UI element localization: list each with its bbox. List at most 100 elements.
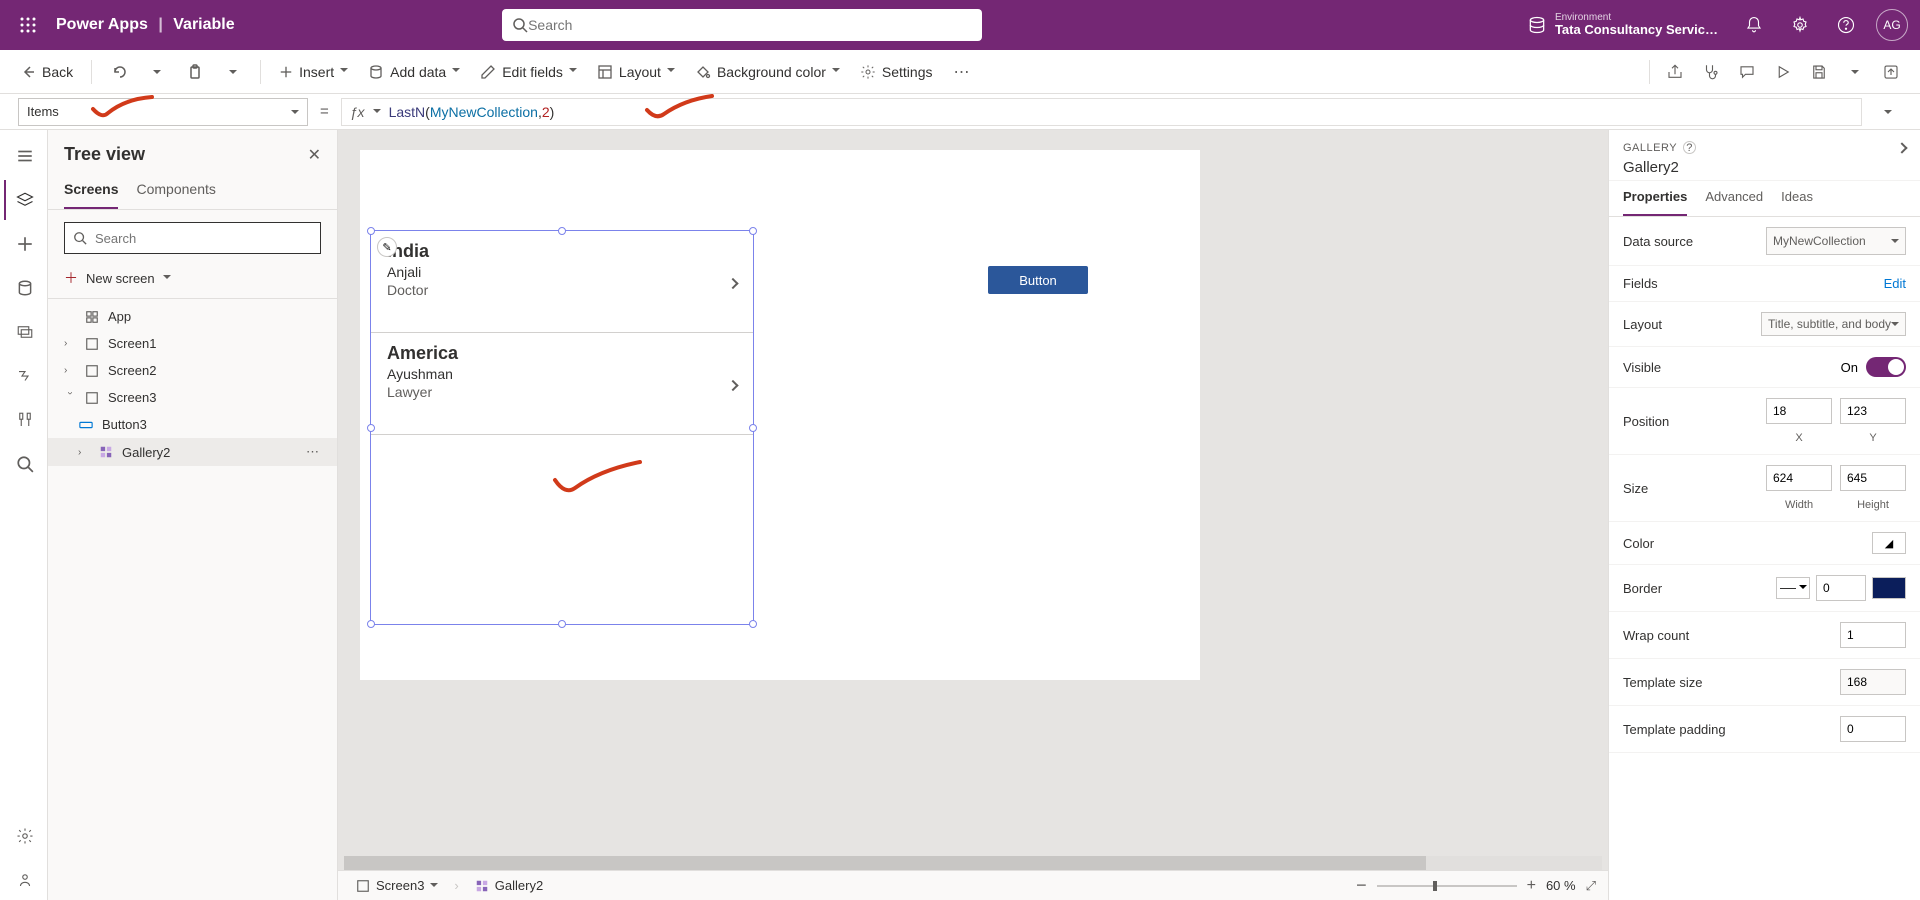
template-padding-input[interactable]	[1840, 716, 1906, 742]
back-button[interactable]: Back	[12, 58, 81, 86]
data-source-dropdown[interactable]: MyNewCollection	[1766, 227, 1906, 255]
canvas-button-control[interactable]: Button	[988, 266, 1088, 294]
layout-prop-label: Layout	[1623, 317, 1662, 332]
visible-toggle[interactable]	[1866, 357, 1906, 377]
breadcrumb-screen[interactable]: Screen3	[350, 876, 444, 895]
insert-button[interactable]: Insert	[271, 58, 356, 86]
new-screen-button[interactable]: ＋ New screen	[48, 262, 337, 294]
add-data-button[interactable]: Add data	[360, 58, 468, 86]
panel-expand-button[interactable]	[1898, 140, 1906, 155]
rail-hamburger[interactable]	[4, 136, 44, 176]
global-search-input[interactable]	[528, 17, 972, 33]
zoom-out-button[interactable]: −	[1356, 875, 1367, 896]
gallery-item-body: Doctor	[387, 282, 737, 298]
notifications-button[interactable]	[1734, 5, 1774, 45]
canvas-horizontal-scrollbar[interactable]	[344, 856, 1602, 870]
fit-to-window-button[interactable]: ⤢	[1586, 878, 1596, 894]
undo-dropdown[interactable]	[140, 55, 174, 89]
design-canvas[interactable]: Button ✎ India Anjali Doctor America Ayu	[360, 150, 1200, 680]
tab-advanced[interactable]: Advanced	[1705, 189, 1763, 216]
environment-label: Environment	[1555, 12, 1718, 23]
gallery-item[interactable]: America Ayushman Lawyer	[371, 333, 753, 435]
canvas-gallery-control[interactable]: ✎ India Anjali Doctor America Ayushman L…	[370, 230, 754, 625]
gallery-item-subtitle: Anjali	[387, 264, 737, 280]
preview-button[interactable]	[1766, 55, 1800, 89]
undo-icon	[111, 64, 127, 80]
color-picker[interactable]: ◢	[1872, 532, 1906, 554]
rail-search[interactable]	[4, 444, 44, 484]
rail-insert[interactable]	[4, 224, 44, 264]
tree-node-more-button[interactable]: ⋯	[306, 444, 321, 460]
zoom-slider[interactable]	[1377, 885, 1517, 887]
save-dropdown[interactable]	[1838, 55, 1872, 89]
size-width-input[interactable]	[1766, 465, 1832, 491]
tab-screens[interactable]: Screens	[64, 173, 118, 209]
command-bar: Back Insert Add data Edit fields Layout …	[0, 50, 1920, 94]
settings-button[interactable]	[1780, 5, 1820, 45]
rail-virtual-agent[interactable]	[4, 860, 44, 900]
screen-icon	[84, 337, 100, 351]
tree-search[interactable]	[64, 222, 321, 254]
gallery-item-title: America	[387, 343, 737, 364]
fields-edit-link[interactable]: Edit	[1884, 276, 1906, 291]
search-icon	[512, 17, 528, 33]
settings-menu-button[interactable]: Settings	[852, 58, 941, 86]
formula-input[interactable]: ƒx LastN(MyNewCollection,2)	[341, 98, 1862, 126]
rail-media[interactable]	[4, 312, 44, 352]
comments-button[interactable]	[1730, 55, 1764, 89]
chevron-right-icon[interactable]	[729, 271, 737, 292]
control-name[interactable]: Gallery2	[1623, 159, 1906, 176]
breadcrumb-gallery[interactable]: Gallery2	[469, 876, 549, 895]
rail-power-automate[interactable]	[4, 356, 44, 396]
gallery-edit-pencil-button[interactable]: ✎	[377, 237, 397, 257]
rail-settings[interactable]	[4, 816, 44, 856]
tree-node-gallery2[interactable]: › Gallery2 ⋯	[48, 438, 337, 466]
save-button[interactable]	[1802, 55, 1836, 89]
border-width-input[interactable]	[1816, 575, 1866, 601]
edit-fields-button[interactable]: Edit fields	[472, 58, 585, 86]
rail-variables[interactable]	[4, 400, 44, 440]
overflow-button[interactable]: ⋯	[945, 55, 979, 89]
position-y-input[interactable]	[1840, 398, 1906, 424]
formula-expand-button[interactable]	[1874, 103, 1902, 121]
rail-tree-view[interactable]	[4, 180, 44, 220]
chevron-right-icon[interactable]	[729, 373, 737, 394]
user-avatar[interactable]: AG	[1872, 5, 1912, 45]
border-style-dropdown[interactable]	[1776, 577, 1810, 599]
position-x-input[interactable]	[1766, 398, 1832, 424]
tree-node-screen1[interactable]: › Screen1	[48, 330, 337, 357]
waffle-icon	[20, 17, 36, 33]
paste-button[interactable]	[178, 55, 212, 89]
flow-icon	[16, 367, 34, 385]
tree-node-screen3[interactable]: › Screen3	[48, 384, 337, 411]
undo-button[interactable]	[102, 55, 136, 89]
publish-button[interactable]	[1874, 55, 1908, 89]
layout-dropdown[interactable]: Title, subtitle, and body	[1761, 312, 1906, 336]
tree-view-close-button[interactable]: ✕	[308, 145, 321, 165]
background-color-button[interactable]: Background color	[687, 58, 848, 86]
share-button[interactable]	[1658, 55, 1692, 89]
app-checker-button[interactable]	[1694, 55, 1728, 89]
tree-node-app[interactable]: App	[48, 303, 337, 330]
property-selector[interactable]: Items	[18, 98, 308, 126]
wrap-count-input[interactable]	[1840, 622, 1906, 648]
rail-data[interactable]	[4, 268, 44, 308]
global-search[interactable]	[502, 9, 982, 41]
layout-button[interactable]: Layout	[589, 58, 683, 86]
size-height-input[interactable]	[1840, 465, 1906, 491]
help-button[interactable]	[1826, 5, 1866, 45]
zoom-in-button[interactable]: +	[1527, 877, 1536, 895]
tab-components[interactable]: Components	[136, 173, 215, 209]
tree-search-input[interactable]	[95, 231, 312, 246]
environment-picker[interactable]: Environment Tata Consultancy Servic…	[1517, 12, 1728, 37]
tree-node-button3[interactable]: Button3	[48, 411, 337, 438]
border-color-picker[interactable]	[1872, 577, 1906, 599]
tab-properties[interactable]: Properties	[1623, 189, 1687, 216]
app-launcher-button[interactable]	[8, 5, 48, 45]
tab-ideas[interactable]: Ideas	[1781, 189, 1813, 216]
gallery-item[interactable]: India Anjali Doctor	[371, 231, 753, 333]
paste-dropdown[interactable]	[216, 55, 250, 89]
tree-node-screen2[interactable]: › Screen2	[48, 357, 337, 384]
control-type-label: GALLERY ?	[1623, 141, 1696, 154]
template-size-input[interactable]	[1840, 669, 1906, 695]
